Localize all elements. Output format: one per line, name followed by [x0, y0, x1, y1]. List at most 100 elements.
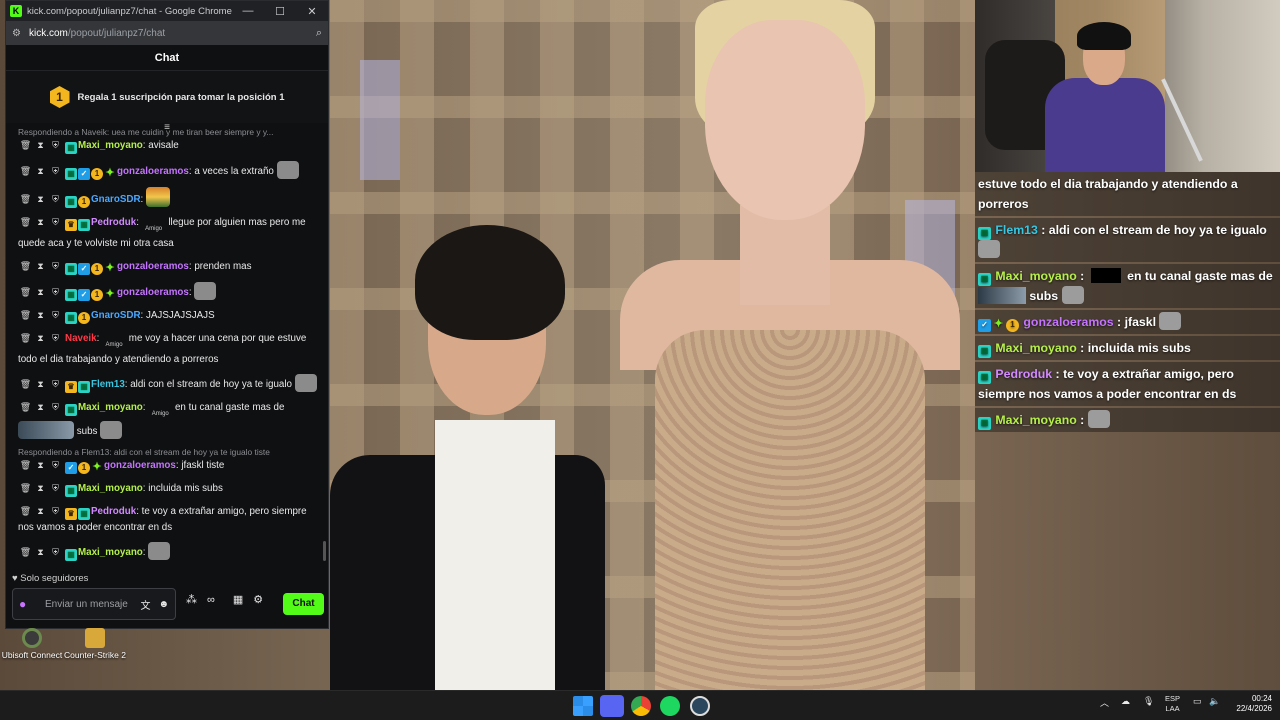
- ban-icon[interactable]: ⛨: [48, 481, 63, 497]
- chrome-icon[interactable]: [631, 696, 651, 716]
- cloud-icon[interactable]: ☁: [1121, 696, 1130, 707]
- chat-message[interactable]: 🗑 ⧗ ⛨ ▦ Maxi_moyano: Amigo en tu canal gaste…: [18, 400, 320, 440]
- ban-icon[interactable]: ⛨: [48, 400, 63, 416]
- ban-icon[interactable]: ⛨: [48, 545, 63, 561]
- delete-icon[interactable]: 🗑: [18, 545, 33, 561]
- chat-message[interactable]: 🗑 ⧗ ⛨ Naveik: Amigo me voy a hacer una cena…: [18, 331, 320, 368]
- timeout-icon[interactable]: ⧗: [33, 504, 48, 520]
- maximize-button[interactable]: ☐: [264, 5, 296, 18]
- points-icon[interactable]: ⁂: [186, 593, 197, 606]
- chat-username[interactable]: Pedroduk: [91, 506, 136, 517]
- window-titlebar[interactable]: K kick.com/popout/julianpz7/chat - Googl…: [6, 1, 328, 21]
- url-text[interactable]: kick.com/popout/julianpz7/chat: [29, 28, 316, 39]
- timeout-icon[interactable]: ⧗: [33, 259, 48, 275]
- language-indicator[interactable]: ESP LAA: [1165, 694, 1180, 714]
- gift-sub-banner[interactable]: 1 Regala 1 suscripción para tomar la pos…: [6, 71, 328, 123]
- ban-icon[interactable]: ⛨: [48, 504, 63, 520]
- chat-message[interactable]: 🗑 ⧗ ⛨ ♛ ▦ Flem13: aldi con el stream de hoy y…: [18, 374, 320, 393]
- chat-message[interactable]: 🗑 ⧗ ⛨ ▦ ✓ 1 ✦ gonzaloeramos: prenden mas: [18, 259, 320, 275]
- chat-username[interactable]: GnaroSDR: [91, 194, 141, 205]
- ban-icon[interactable]: ⛨: [48, 285, 63, 301]
- timeout-icon[interactable]: ⧗: [33, 331, 48, 347]
- store-icon[interactable]: ▦: [233, 593, 243, 606]
- infinity-icon[interactable]: ∞: [207, 594, 215, 606]
- delete-icon[interactable]: 🗑: [18, 138, 33, 154]
- send-chat-button[interactable]: Chat: [283, 593, 324, 615]
- delete-icon[interactable]: 🗑: [18, 259, 33, 275]
- ban-icon[interactable]: ⛨: [48, 259, 63, 275]
- chat-message[interactable]: 🗑 ⧗ ⛨ ▦ Maxi_moyano: avisale: [18, 138, 320, 154]
- chat-username[interactable]: Naveik: [65, 333, 97, 344]
- ban-icon[interactable]: ⛨: [48, 215, 63, 231]
- ban-icon[interactable]: ⛨: [48, 331, 63, 347]
- chat-message[interactable]: 🗑 ⧗ ⛨ ✓ 1 ✦ gonzaloeramos: jfaskl tiste: [18, 458, 320, 474]
- ban-icon[interactable]: ⛨: [48, 377, 63, 393]
- timeout-icon[interactable]: ⧗: [33, 481, 48, 497]
- chat-message[interactable]: 🗑 ⧗ ⛨ ▦ 1 GnaroSDR: JAJSJAJSJAJS: [18, 308, 320, 324]
- windows-start-icon[interactable]: [573, 696, 593, 716]
- ban-icon[interactable]: ⛨: [48, 192, 63, 208]
- volume-icon[interactable]: 🔈: [1209, 696, 1220, 707]
- site-info-icon[interactable]: ⚙: [12, 28, 21, 39]
- ban-icon[interactable]: ⛨: [48, 308, 63, 324]
- chat-input[interactable]: ● Enviar un mensaje 文 ☻: [12, 588, 176, 620]
- chat-message[interactable]: 🗑 ⧗ ⛨ ▦ Maxi_moyano: incluida mis subs: [18, 481, 320, 497]
- address-bar[interactable]: ⚙ kick.com/popout/julianpz7/chat ⌕: [6, 21, 328, 45]
- tray-chevron-icon[interactable]: ︿: [1100, 696, 1109, 709]
- chat-message[interactable]: 🗑 ⧗ ⛨ ♛ ▦ Pedroduk: te voy a extrañar amigo, …: [18, 504, 320, 536]
- delete-icon[interactable]: 🗑: [18, 458, 33, 474]
- steam-icon[interactable]: [690, 696, 710, 716]
- discord-icon[interactable]: [600, 695, 624, 717]
- ban-icon[interactable]: ⛨: [48, 138, 63, 154]
- chat-message[interactable]: 🗑 ⧗ ⛨ ▦ Maxi_moyano:: [18, 542, 320, 561]
- timeout-icon[interactable]: ⧗: [33, 377, 48, 393]
- ban-icon[interactable]: ⛨: [48, 458, 63, 474]
- chat-message[interactable]: 🗑 ⧗ ⛨ ▦ ✓ 1 ✦ gonzaloeramos:: [18, 281, 320, 301]
- desktop-icon-cs2[interactable]: Counter-Strike 2: [63, 628, 127, 660]
- timeout-icon[interactable]: ⧗: [33, 308, 48, 324]
- delete-icon[interactable]: 🗑: [18, 192, 33, 208]
- timeout-icon[interactable]: ⧗: [33, 138, 48, 154]
- delete-icon[interactable]: 🗑: [18, 285, 33, 301]
- timeout-icon[interactable]: ⧗: [33, 400, 48, 416]
- chat-username[interactable]: Maxi_moyano: [78, 402, 143, 413]
- timeout-icon[interactable]: ⧗: [33, 192, 48, 208]
- chat-username[interactable]: gonzaloeramos: [117, 261, 189, 272]
- delete-icon[interactable]: 🗑: [18, 331, 33, 347]
- timeout-icon[interactable]: ⧗: [33, 164, 48, 180]
- delete-icon[interactable]: 🗑: [18, 377, 33, 393]
- delete-icon[interactable]: 🗑: [18, 308, 33, 324]
- microphone-icon[interactable]: ●: [19, 597, 35, 611]
- chat-scrollbar[interactable]: [323, 541, 326, 561]
- chat-username[interactable]: Maxi_moyano: [78, 483, 143, 494]
- timeout-icon[interactable]: ⧗: [33, 458, 48, 474]
- network-icon[interactable]: ▭: [1193, 696, 1202, 707]
- microphone-tray-icon[interactable]: 🎙: [1143, 696, 1154, 707]
- timeout-icon[interactable]: ⧗: [33, 215, 48, 231]
- chat-message[interactable]: 🗑 ⧗ ⛨ ♛ ▦ Pedroduk: Amigo llegue por alguien …: [18, 215, 320, 252]
- ban-icon[interactable]: ⛨: [48, 164, 63, 180]
- delete-icon[interactable]: 🗑: [18, 164, 33, 180]
- delete-icon[interactable]: 🗑: [18, 481, 33, 497]
- chat-username[interactable]: Maxi_moyano: [78, 547, 143, 558]
- delete-icon[interactable]: 🗑: [18, 400, 33, 416]
- delete-icon[interactable]: 🗑: [18, 215, 33, 231]
- timeout-icon[interactable]: ⧗: [33, 285, 48, 301]
- minimize-button[interactable]: —: [232, 5, 264, 17]
- emoji-icon[interactable]: ☻: [158, 599, 169, 610]
- zoom-icon[interactable]: ⌕: [316, 27, 322, 40]
- settings-icon[interactable]: ⚙: [253, 593, 263, 606]
- timeout-icon[interactable]: ⧗: [33, 545, 48, 561]
- chat-message[interactable]: 🗑 ⧗ ⛨ ▦ 1 GnaroSDR:: [18, 187, 320, 208]
- desktop-icon-ubisoft[interactable]: Ubisoft Connect: [0, 628, 64, 660]
- chat-username[interactable]: GnaroSDR: [91, 310, 141, 321]
- delete-icon[interactable]: 🗑: [18, 504, 33, 520]
- chat-username[interactable]: Maxi_moyano: [78, 140, 143, 151]
- chat-username[interactable]: gonzaloeramos: [117, 166, 189, 177]
- system-clock[interactable]: 00:24 22/4/2026: [1226, 694, 1272, 714]
- translate-icon[interactable]: 文: [140, 597, 150, 612]
- spotify-icon[interactable]: [660, 696, 680, 716]
- chat-username[interactable]: gonzaloeramos: [104, 460, 176, 471]
- chat-username[interactable]: Flem13: [91, 379, 125, 390]
- close-button[interactable]: ✕: [296, 5, 328, 18]
